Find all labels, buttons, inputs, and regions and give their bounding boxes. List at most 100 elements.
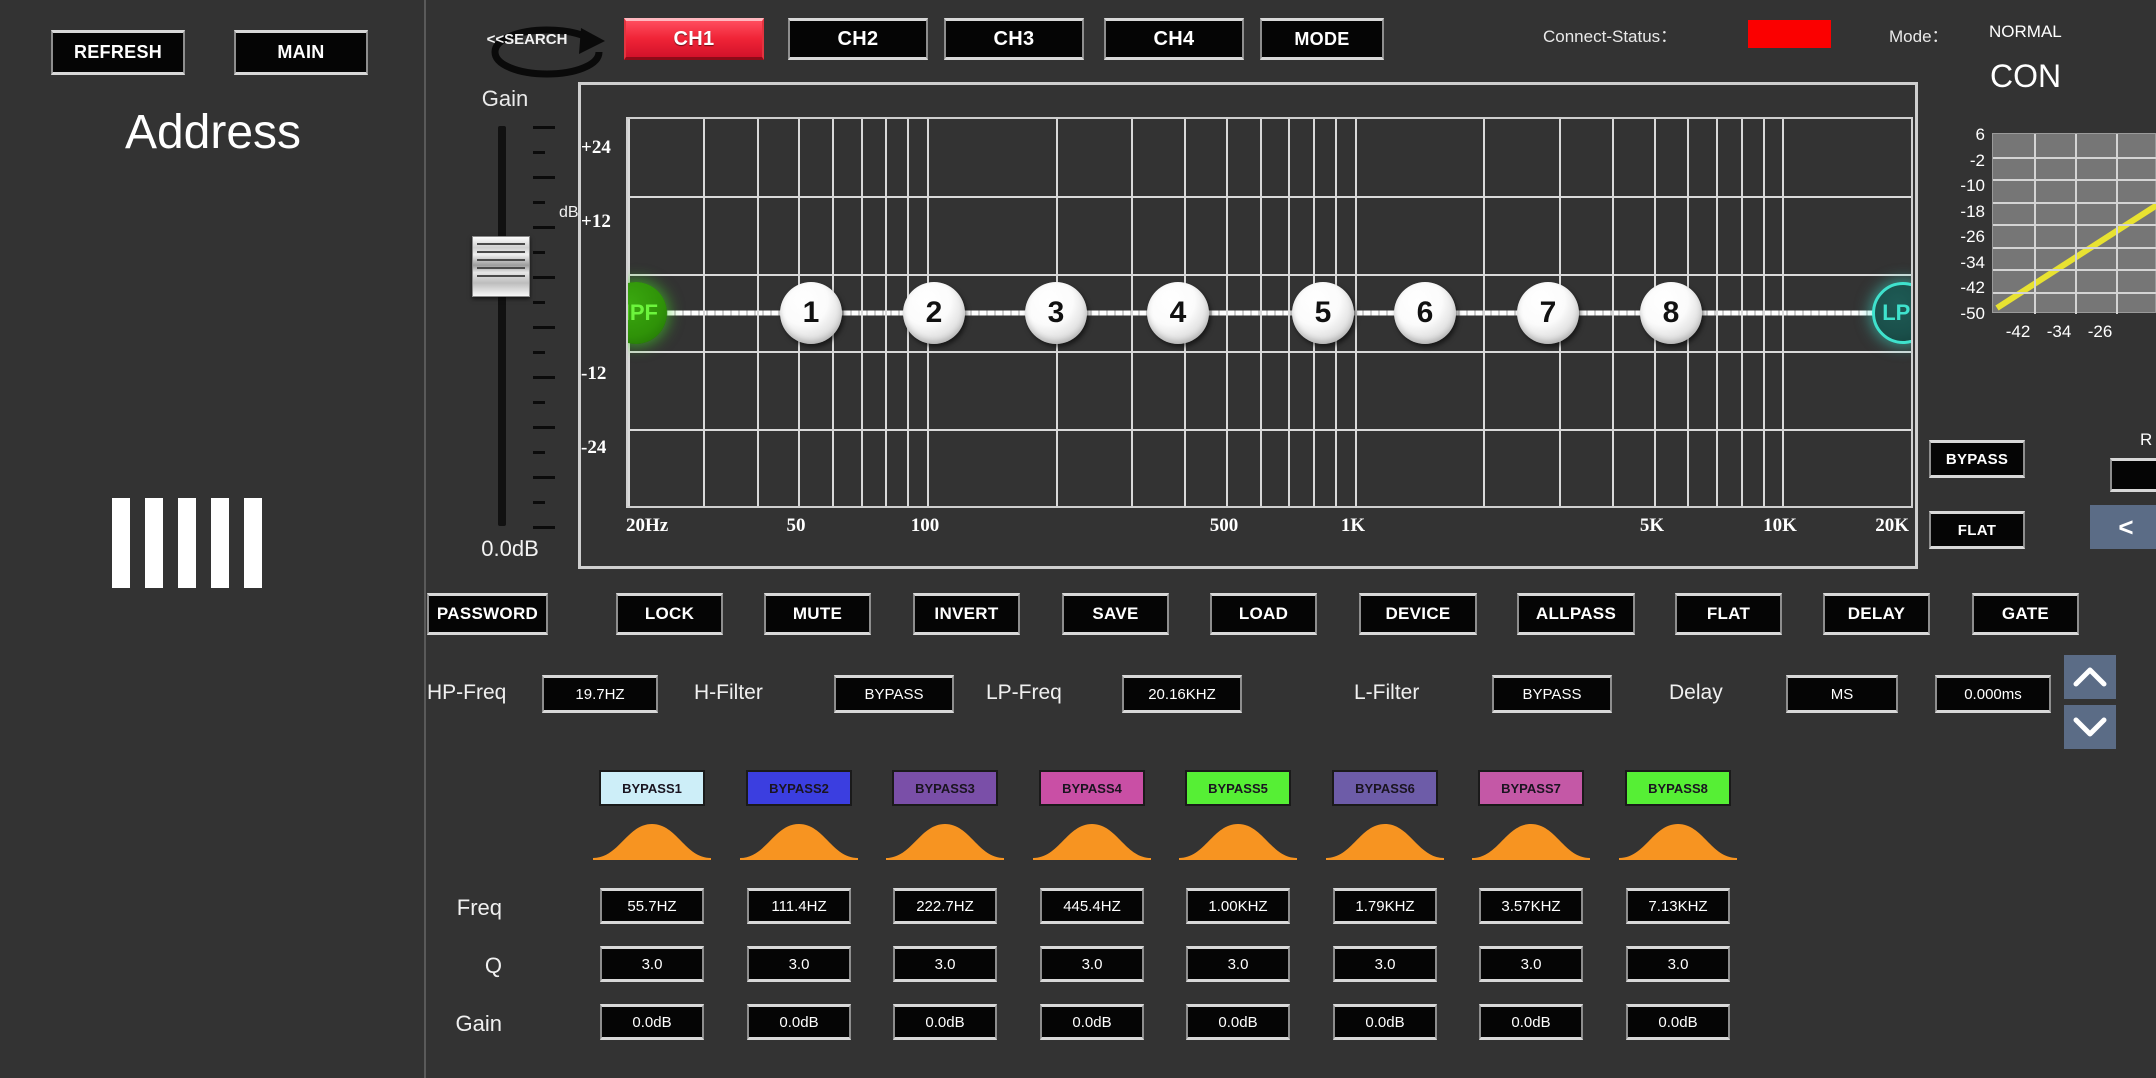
band-q-value-1[interactable]: 3.0: [600, 946, 704, 982]
fader-tick: [533, 501, 545, 504]
eq-node-band-2[interactable]: 2: [903, 281, 965, 344]
band-q-value-3[interactable]: 3.0: [893, 946, 997, 982]
band-freq-value-6[interactable]: 1.79KHZ: [1333, 888, 1437, 924]
function-button-gate[interactable]: GATE: [1972, 593, 2079, 635]
band-q-value-6[interactable]: 3.0: [1333, 946, 1437, 982]
channel-button-ch2[interactable]: CH2: [788, 18, 928, 60]
band-q-value-2[interactable]: 3.0: [747, 946, 851, 982]
eq-node-band-5[interactable]: 5: [1292, 281, 1354, 344]
search-button[interactable]: <<SEARCH: [457, 16, 605, 78]
band-bypass-button-8[interactable]: BYPASS8: [1625, 770, 1731, 806]
band-param-row: 3.0: [1593, 946, 1763, 982]
refresh-button[interactable]: REFRESH: [51, 30, 185, 75]
eq-graph[interactable]: HPF 1234 5678 LPF +24 +12 -12 -24 20Hz 50 100 500 1…: [578, 82, 1918, 569]
eq-plot-area[interactable]: HPF 1234 5678 LPF: [626, 117, 1913, 508]
freq-row-label: Freq: [456, 895, 502, 920]
function-button-lock[interactable]: LOCK: [616, 593, 723, 635]
band-bypass-button-2[interactable]: BYPASS2: [746, 770, 852, 806]
band-curve-icon-5: [1179, 822, 1297, 860]
eq-x-axis-label: 10K: [1763, 515, 1797, 536]
function-button-load[interactable]: LOAD: [1210, 593, 1317, 635]
band-freq-value-1[interactable]: 55.7HZ: [600, 888, 704, 924]
mode-value: NORMAL: [1989, 22, 2062, 41]
eq-x-axis-label: 100: [910, 515, 940, 536]
band-bypass-button-5[interactable]: BYPASS5: [1185, 770, 1291, 806]
compressor-ratio-value[interactable]: [2110, 458, 2156, 492]
band-bypass-button-7[interactable]: BYPASS7: [1478, 770, 1584, 806]
gain-fader[interactable]: Gain dB 100-10-20-30-40-50-60-70 0.0dB: [455, 86, 605, 576]
band-gain-value-3[interactable]: 0.0dB: [893, 1004, 997, 1040]
band-freq-value-4[interactable]: 445.4HZ: [1040, 888, 1144, 924]
band-freq-value-2[interactable]: 111.4HZ: [747, 888, 851, 924]
fader-tick: [533, 176, 555, 179]
hp-freq-value[interactable]: 19.7HZ: [542, 675, 658, 713]
eq-grid-line-vertical: [1741, 119, 1743, 506]
eq-node-hpf[interactable]: HPF: [628, 281, 667, 344]
eq-node-band-4[interactable]: 4: [1147, 281, 1209, 344]
eq-grid-line-vertical: [1355, 119, 1357, 506]
band-column-3: BYPASS3 222.7HZ 3.0 0.0dB: [860, 770, 1030, 1040]
gain-fader-track[interactable]: [498, 126, 506, 526]
eq-node-lpf[interactable]: LPF: [1872, 281, 1911, 344]
band-gain-value-7[interactable]: 0.0dB: [1479, 1004, 1583, 1040]
function-button-save[interactable]: SAVE: [1062, 593, 1169, 635]
eq-y-axis-label: +24: [581, 137, 611, 158]
page-title: Address: [124, 106, 302, 159]
channel-button-ch4[interactable]: CH4: [1104, 18, 1244, 60]
band-bypass-button-1[interactable]: BYPASS1: [599, 770, 705, 806]
eq-grid-line-vertical: [1716, 119, 1718, 506]
band-gain-value-6[interactable]: 0.0dB: [1333, 1004, 1437, 1040]
band-freq-value-8[interactable]: 7.13KHZ: [1626, 888, 1730, 924]
eq-node-band-1[interactable]: 1: [780, 281, 842, 344]
band-param-row: 1.79KHZ: [1300, 888, 1470, 924]
compressor-flat-button[interactable]: FLAT: [1929, 511, 2025, 549]
function-button-allpass[interactable]: ALLPASS: [1517, 593, 1635, 635]
function-button-device[interactable]: DEVICE: [1359, 593, 1477, 635]
compressor-bypass-button[interactable]: BYPASS: [1929, 440, 2025, 478]
spinner-down-button[interactable]: [2064, 705, 2116, 749]
address-bars: [112, 498, 262, 588]
band-param-row: 3.0: [1300, 946, 1470, 982]
h-filter-value[interactable]: BYPASS: [834, 675, 954, 713]
band-gain-value-1[interactable]: 0.0dB: [600, 1004, 704, 1040]
band-gain-value-8[interactable]: 0.0dB: [1626, 1004, 1730, 1040]
band-q-value-8[interactable]: 3.0: [1626, 946, 1730, 982]
band-q-value-4[interactable]: 3.0: [1040, 946, 1144, 982]
band-gain-value-4[interactable]: 0.0dB: [1040, 1004, 1144, 1040]
function-button-password[interactable]: PASSWORD: [427, 593, 548, 635]
band-gain-value-2[interactable]: 0.0dB: [747, 1004, 851, 1040]
band-param-row: 3.0: [714, 946, 884, 982]
function-button-invert[interactable]: INVERT: [913, 593, 1020, 635]
l-filter-label: L-Filter: [1354, 681, 1420, 704]
mode-button[interactable]: MODE: [1260, 18, 1384, 60]
band-freq-value-3[interactable]: 222.7HZ: [893, 888, 997, 924]
band-q-value-5[interactable]: 3.0: [1186, 946, 1290, 982]
eq-node-band-7[interactable]: 7: [1517, 281, 1579, 344]
lp-freq-value[interactable]: 20.16KHZ: [1122, 675, 1242, 713]
band-q-value-7[interactable]: 3.0: [1479, 946, 1583, 982]
band-bypass-button-6[interactable]: BYPASS6: [1332, 770, 1438, 806]
eq-node-band-3[interactable]: 3: [1025, 281, 1087, 344]
function-button-row: PASSWORD LOCK MUTE INVERT SAVE LOAD DEVICE ALLP…: [426, 593, 2156, 639]
band-bypass-button-3[interactable]: BYPASS3: [892, 770, 998, 806]
band-freq-value-5[interactable]: 1.00KHZ: [1186, 888, 1290, 924]
compressor-y-tick: 6: [1975, 125, 1985, 144]
band-gain-value-5[interactable]: 0.0dB: [1186, 1004, 1290, 1040]
function-button-mute[interactable]: MUTE: [764, 593, 871, 635]
previous-page-button[interactable]: <: [2090, 505, 2156, 549]
eq-node-band-6[interactable]: 6: [1394, 281, 1456, 344]
eq-node-band-8[interactable]: 8: [1640, 281, 1702, 344]
function-button-flat[interactable]: FLAT: [1675, 593, 1782, 635]
delay-unit-value[interactable]: MS: [1786, 675, 1898, 713]
spinner-up-button[interactable]: [2064, 655, 2116, 699]
band-curve-icon-7: [1472, 822, 1590, 860]
main-button[interactable]: MAIN: [234, 30, 368, 75]
band-bypass-button-4[interactable]: BYPASS4: [1039, 770, 1145, 806]
band-freq-value-7[interactable]: 3.57KHZ: [1479, 888, 1583, 924]
channel-button-ch1[interactable]: CH1: [624, 18, 764, 60]
function-button-delay[interactable]: DELAY: [1823, 593, 1930, 635]
gain-fader-knob[interactable]: [472, 236, 530, 297]
l-filter-value[interactable]: BYPASS: [1492, 675, 1612, 713]
channel-button-ch3[interactable]: CH3: [944, 18, 1084, 60]
delay-time-value[interactable]: 0.000ms: [1935, 675, 2051, 713]
